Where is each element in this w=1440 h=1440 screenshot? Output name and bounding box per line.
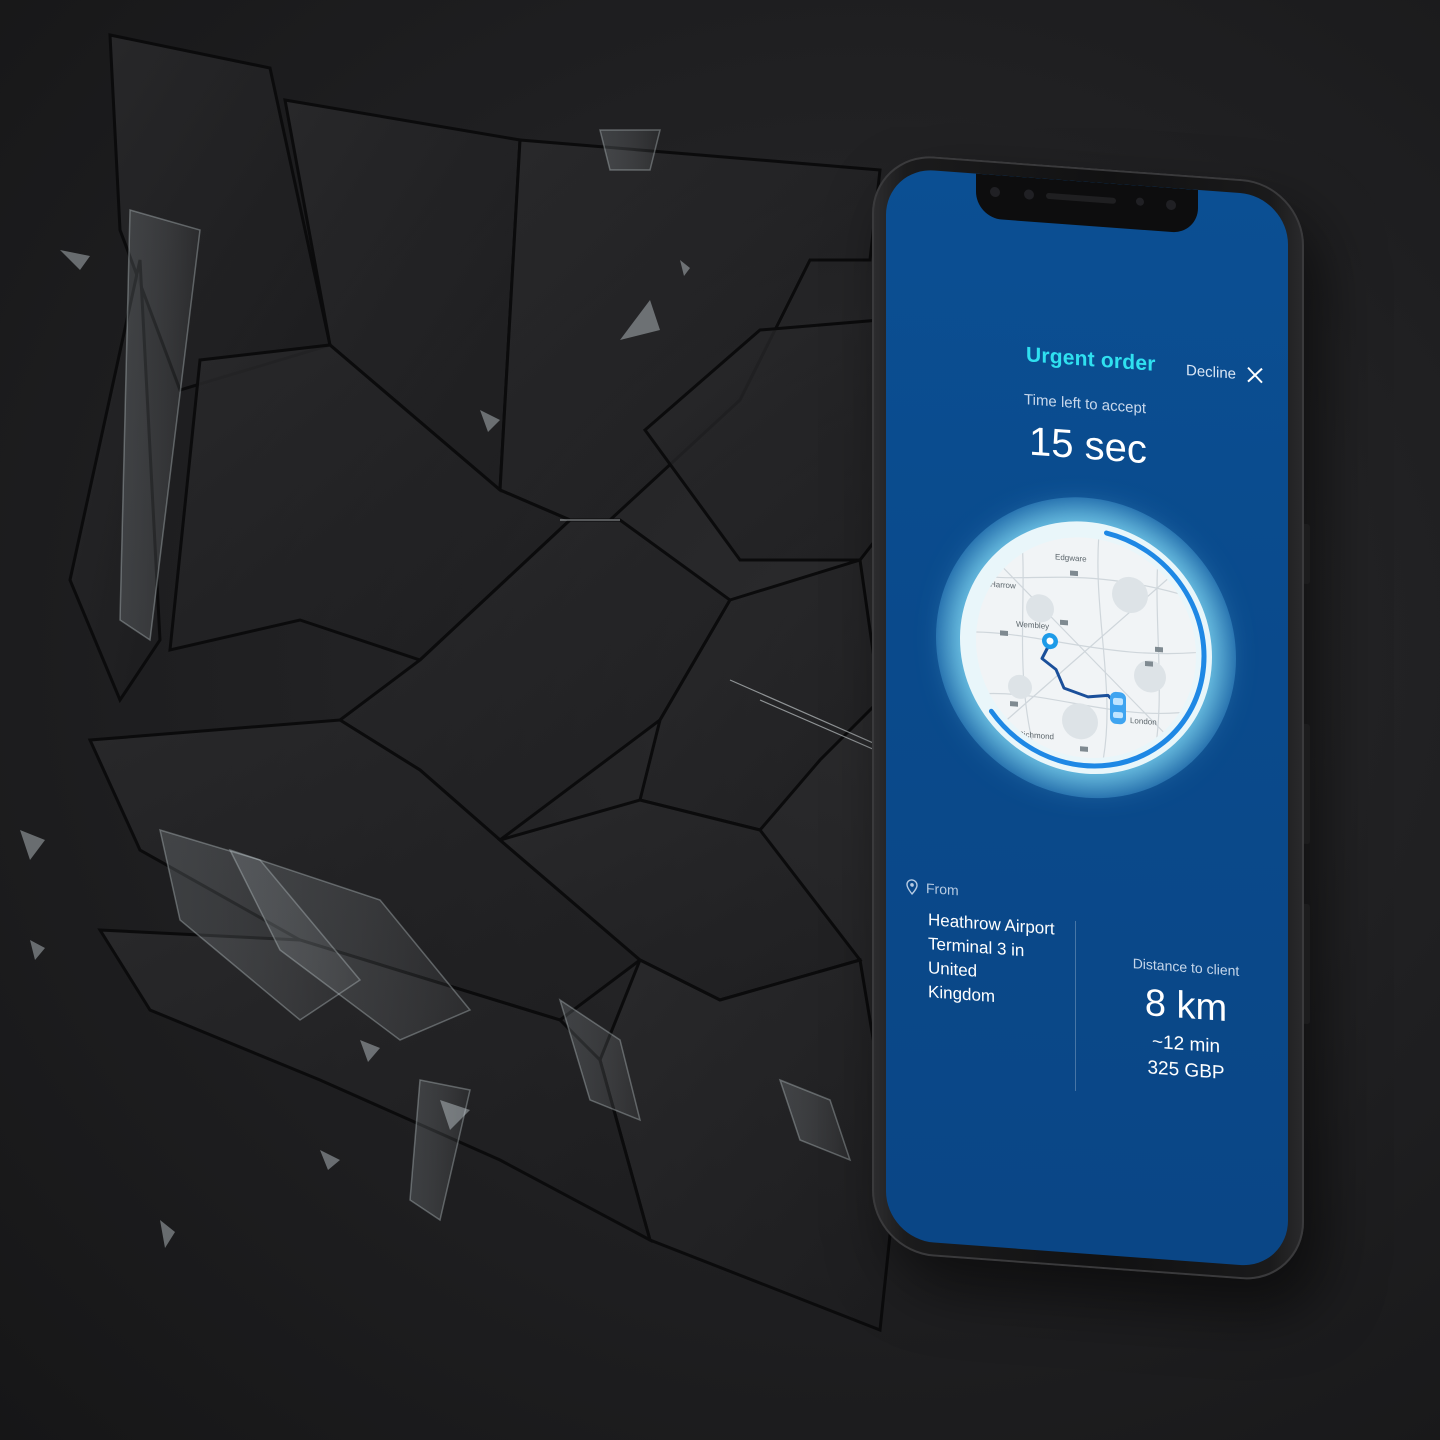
pickup-address: Heathrow Airport Terminal 3 in United Ki…	[928, 908, 1076, 1015]
divider	[1075, 920, 1076, 1091]
phone-body: Urgent order Decline Time left to accept…	[872, 152, 1310, 1284]
sensor-icon	[1166, 199, 1176, 211]
map-label-london: London	[1130, 716, 1157, 727]
side-button[interactable]	[1304, 723, 1310, 845]
distance-value: 8 km	[1144, 982, 1228, 1031]
side-button[interactable]	[1304, 523, 1310, 585]
phone: Urgent order Decline Time left to accept…	[872, 152, 1312, 1324]
time-left-value: 15 sec	[1029, 419, 1147, 473]
camera-icon	[1136, 197, 1144, 206]
map-label-richmond: Richmond	[1018, 730, 1054, 742]
close-icon[interactable]	[1246, 365, 1264, 384]
pickup-header: From	[906, 878, 1076, 906]
decline-button[interactable]: Decline	[1186, 361, 1264, 385]
speaker-grille	[1046, 192, 1116, 204]
pickup-block: From Heathrow Airport Terminal 3 in Unit…	[906, 878, 1076, 1014]
sensor-icon	[990, 186, 1000, 198]
sensor-icon	[1024, 189, 1034, 200]
map-label-harrow: Harrow	[990, 580, 1016, 591]
distance-label: Distance to client	[1132, 955, 1240, 979]
map-label-twickenham: enham	[1002, 747, 1027, 758]
phone-screen: Urgent order Decline Time left to accept…	[886, 167, 1288, 1269]
notch	[976, 173, 1198, 234]
scene: Urgent order Decline Time left to accept…	[0, 0, 1440, 1440]
order-title: Urgent order	[1026, 343, 1156, 376]
side-button[interactable]	[1304, 903, 1310, 1025]
from-label: From	[926, 879, 959, 899]
location-pin-icon	[906, 879, 918, 895]
decline-label: Decline	[1186, 361, 1237, 383]
car-icon	[1110, 691, 1126, 725]
route-map[interactable]: Edgware Harrow Wembley London Richmond e…	[960, 512, 1212, 783]
distance-block: Distance to client 8 km ~12 min 325 GBP	[1091, 952, 1281, 1089]
time-left-label: Time left to accept	[1024, 391, 1146, 418]
